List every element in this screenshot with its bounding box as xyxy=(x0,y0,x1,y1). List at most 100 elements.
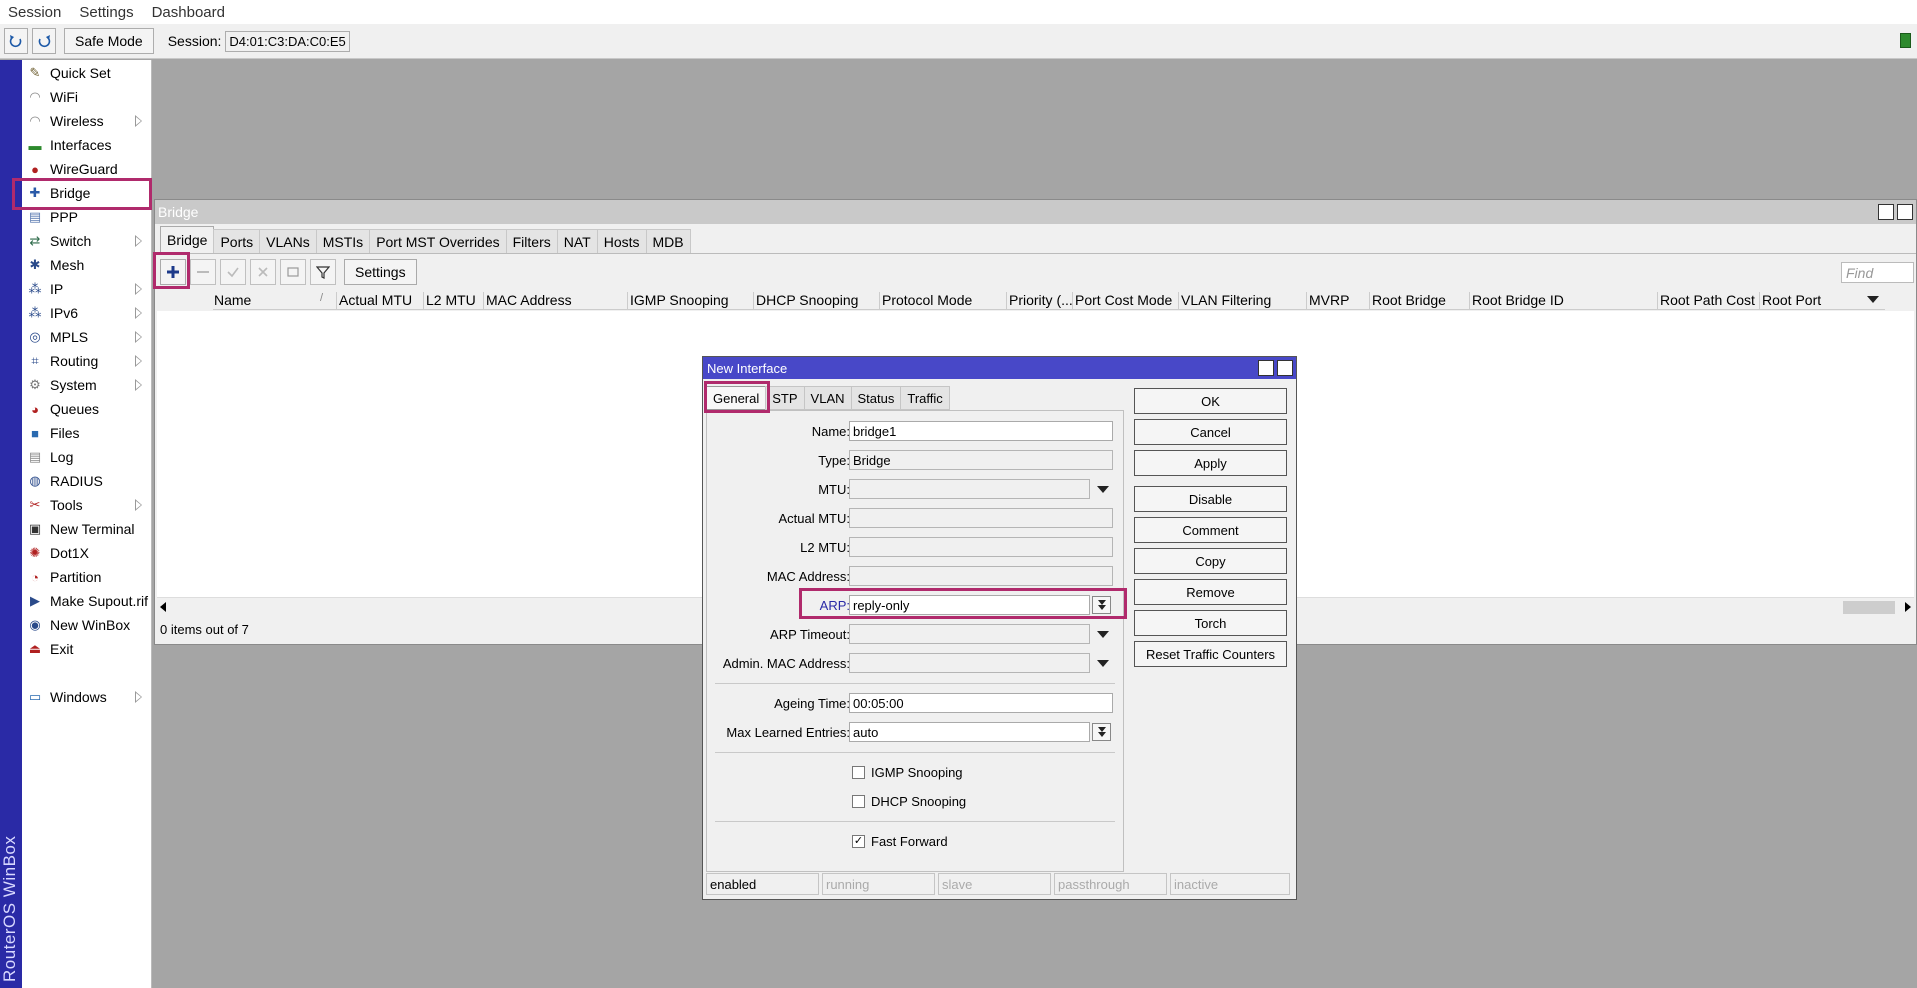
find-input[interactable]: Find xyxy=(1841,262,1914,283)
scroll-right-icon[interactable] xyxy=(1905,602,1911,612)
sidebar-item-queues[interactable]: ◕ Queues xyxy=(22,397,152,421)
sidebar-item-make-supout-rif[interactable]: ▶ Make Supout.rif xyxy=(22,589,152,613)
column-divider[interactable] xyxy=(336,292,337,309)
sidebar-item-partition[interactable]: ◔ Partition xyxy=(22,565,152,589)
reset-traffic-counters-button[interactable]: Reset Traffic Counters xyxy=(1134,641,1287,667)
column-mvrp[interactable]: MVRP xyxy=(1309,292,1349,308)
dialog-tab-traffic[interactable]: Traffic xyxy=(900,386,950,410)
apply-button[interactable]: Apply xyxy=(1134,450,1287,476)
column-protocol-mode[interactable]: Protocol Mode xyxy=(882,292,972,308)
sidebar-item-exit[interactable]: ⏏ Exit xyxy=(22,637,152,661)
sidebar-item-new-terminal[interactable]: ▣ New Terminal xyxy=(22,517,152,541)
column-divider[interactable] xyxy=(423,292,424,309)
sidebar-item-routing[interactable]: ⌗ Routing xyxy=(22,349,152,373)
sidebar-item-tools[interactable]: ✂ Tools xyxy=(22,493,152,517)
column-name[interactable]: Name xyxy=(214,292,251,308)
fast-forward-checkbox-row[interactable]: ✓ Fast Forward xyxy=(852,832,948,850)
sidebar-item-mesh[interactable]: ✱ Mesh xyxy=(22,253,152,277)
column-root-bridge-id[interactable]: Root Bridge ID xyxy=(1472,292,1564,308)
tab-mstis[interactable]: MSTIs xyxy=(315,229,371,253)
column-l2-mtu[interactable]: L2 MTU xyxy=(426,292,476,308)
scrollbar-thumb[interactable] xyxy=(1843,601,1895,614)
max-learned-dropdown-button[interactable] xyxy=(1092,723,1111,741)
dhcp-snooping-checkbox-row[interactable]: DHCP Snooping xyxy=(852,792,966,810)
column-actual-mtu[interactable]: Actual MTU xyxy=(339,292,412,308)
igmp-snooping-checkbox-row[interactable]: IGMP Snooping xyxy=(852,763,963,781)
admin-mac-input[interactable] xyxy=(849,653,1090,673)
name-input[interactable]: bridge1 xyxy=(849,421,1113,441)
settings-button[interactable]: Settings xyxy=(344,259,417,285)
filter-button[interactable] xyxy=(310,259,336,285)
dialog-tab-stp[interactable]: STP xyxy=(765,386,805,410)
tab-port-mst-overrides[interactable]: Port MST Overrides xyxy=(369,229,507,253)
igmp-snooping-checkbox[interactable] xyxy=(852,765,865,779)
column-mac-address[interactable]: MAC Address xyxy=(486,292,572,308)
column-divider[interactable] xyxy=(1306,292,1307,309)
column-root-bridge[interactable]: Root Bridge xyxy=(1372,292,1446,308)
menu-settings[interactable]: Settings xyxy=(79,4,133,21)
menu-session[interactable]: Session xyxy=(8,4,61,21)
copy-button[interactable]: Copy xyxy=(1134,548,1287,574)
max-learned-select[interactable]: auto xyxy=(849,722,1090,742)
sidebar-item-windows[interactable]: ▭ Windows xyxy=(22,685,152,709)
tab-vlans[interactable]: VLANs xyxy=(259,229,317,253)
sidebar-item-interfaces[interactable]: ▬ Interfaces xyxy=(22,133,152,157)
column-divider[interactable] xyxy=(753,292,754,309)
scroll-left-icon[interactable] xyxy=(160,602,166,612)
bridge-window-titlebar[interactable]: Bridge ✕ xyxy=(155,200,1916,224)
menu-dashboard[interactable]: Dashboard xyxy=(152,4,225,21)
column-divider[interactable] xyxy=(1178,292,1179,309)
sidebar-item-files[interactable]: ■ Files xyxy=(22,421,152,445)
disable-button[interactable]: Disable xyxy=(1134,486,1287,512)
dialog-titlebar[interactable]: New Interface ✕ xyxy=(703,357,1296,379)
sidebar-item-wireless[interactable]: ◠ Wireless xyxy=(22,109,152,133)
safe-mode-button[interactable]: Safe Mode xyxy=(64,28,154,54)
ok-button[interactable]: OK xyxy=(1134,388,1287,414)
disable-button[interactable] xyxy=(250,259,276,285)
fast-forward-checkbox[interactable]: ✓ xyxy=(852,834,865,848)
sidebar-item-wifi[interactable]: ◠ WiFi xyxy=(22,85,152,109)
sidebar-item-quick-set[interactable]: ✎ Quick Set xyxy=(22,61,152,85)
sidebar-item-new-winbox[interactable]: ◉ New WinBox xyxy=(22,613,152,637)
column-divider[interactable] xyxy=(1759,292,1760,309)
column-divider[interactable] xyxy=(483,292,484,309)
column-divider[interactable] xyxy=(1006,292,1007,309)
column-divider[interactable] xyxy=(1469,292,1470,309)
dialog-tab-vlan[interactable]: VLAN xyxy=(803,386,852,410)
comment-button[interactable] xyxy=(280,259,306,285)
remove-button[interactable]: Remove xyxy=(1134,579,1287,605)
arp-timeout-dropdown-icon[interactable] xyxy=(1097,631,1109,638)
enable-button[interactable] xyxy=(220,259,246,285)
sidebar-item-log[interactable]: ▤ Log xyxy=(22,445,152,469)
tab-mdb[interactable]: MDB xyxy=(645,229,691,253)
tab-hosts[interactable]: Hosts xyxy=(596,229,647,253)
column-divider[interactable] xyxy=(1369,292,1370,309)
column-root-path-cost[interactable]: Root Path Cost xyxy=(1660,292,1755,308)
mtu-dropdown-icon[interactable] xyxy=(1097,486,1109,493)
redo-button[interactable] xyxy=(32,28,56,54)
comment-button[interactable]: Comment xyxy=(1134,517,1287,543)
close-icon[interactable]: ✕ xyxy=(1897,204,1913,220)
admin-mac-dropdown-icon[interactable] xyxy=(1097,660,1109,667)
tab-nat[interactable]: NAT xyxy=(556,229,598,253)
dhcp-snooping-checkbox[interactable] xyxy=(852,794,865,808)
dialog-tab-status[interactable]: Status xyxy=(850,386,902,410)
dialog-maximize-icon[interactable] xyxy=(1258,360,1274,376)
undo-button[interactable] xyxy=(4,28,28,54)
torch-button[interactable]: Torch xyxy=(1134,610,1287,636)
sidebar-item-ipv6[interactable]: ⁂ IPv6 xyxy=(22,301,152,325)
mtu-input[interactable] xyxy=(849,479,1090,499)
sidebar-item-system[interactable]: ⚙ System xyxy=(22,373,152,397)
arp-timeout-input[interactable] xyxy=(849,624,1090,644)
column-divider[interactable] xyxy=(879,292,880,309)
tab-bridge[interactable]: Bridge xyxy=(160,226,215,253)
dialog-close-icon[interactable]: ✕ xyxy=(1277,360,1293,376)
tab-ports[interactable]: Ports xyxy=(213,229,261,253)
sidebar-item-dot1x[interactable]: ✺ Dot1X xyxy=(22,541,152,565)
column-menu-icon[interactable] xyxy=(1867,296,1879,303)
column-dhcp-snooping[interactable]: DHCP Snooping xyxy=(756,292,858,308)
column-igmp-snooping[interactable]: IGMP Snooping xyxy=(630,292,729,308)
sidebar-item-mpls[interactable]: ◎ MPLS xyxy=(22,325,152,349)
maximize-icon[interactable] xyxy=(1878,204,1894,220)
remove-button[interactable] xyxy=(190,259,216,285)
